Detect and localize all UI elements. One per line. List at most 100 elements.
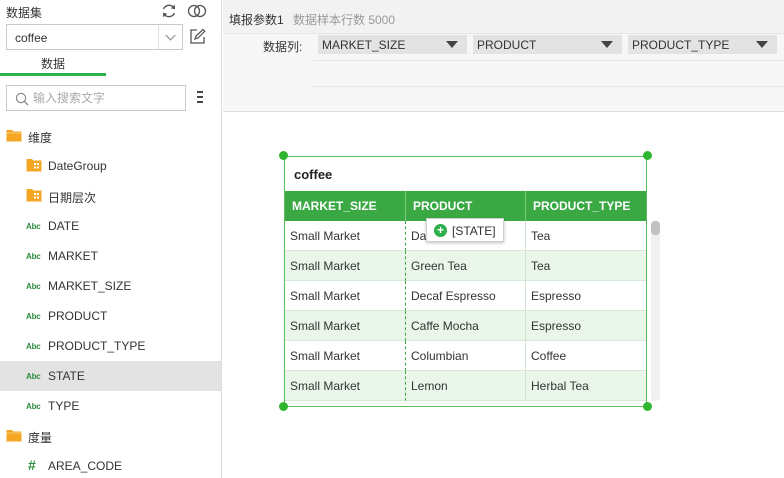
- search-input[interactable]: [33, 89, 183, 107]
- column-select-value: PRODUCT: [477, 38, 537, 52]
- dataset-link-icon[interactable]: [187, 3, 207, 19]
- resize-handle-bottom-right[interactable]: [643, 402, 652, 411]
- table-cell-text: Small Market: [290, 259, 361, 273]
- divider: [313, 86, 784, 87]
- text-field-icon: Abc: [26, 252, 41, 261]
- dataset-panel: 数据集 coffee 数据 维度DateGroup: [0, 0, 222, 478]
- drag-field-name: [STATE]: [452, 224, 496, 238]
- tree-item-日期层次[interactable]: 日期层次: [0, 181, 221, 211]
- chevron-down-icon: [158, 25, 176, 49]
- tree-item-label: STATE: [48, 369, 85, 383]
- text-field-icon: Abc: [26, 222, 41, 231]
- column-header-label: PRODUCT: [413, 199, 473, 213]
- text-field-icon: Abc: [26, 282, 41, 291]
- resize-handle-top-left[interactable]: [279, 151, 288, 160]
- column-select-market-size[interactable]: MARKET_SIZE: [318, 35, 467, 54]
- drag-field-tooltip: + [STATE]: [426, 218, 504, 242]
- add-circle-icon: +: [434, 224, 447, 237]
- table-cell[interactable]: Small Market: [285, 281, 405, 311]
- tree-item-state[interactable]: Abc STATE: [0, 361, 221, 391]
- tree-item-market-size[interactable]: Abc MARKET_SIZE: [0, 271, 221, 301]
- table-cell[interactable]: Small Market: [285, 251, 405, 281]
- table-cell-text: Espresso: [531, 319, 582, 333]
- column-select-product[interactable]: PRODUCT: [473, 35, 622, 54]
- tree-item-market[interactable]: Abc MARKET: [0, 241, 221, 271]
- table-cell-text: Small Market: [290, 349, 361, 363]
- column-header[interactable]: PRODUCT: [405, 191, 525, 221]
- numeric-field-icon: #: [28, 457, 36, 473]
- tree-item-label: PRODUCT_TYPE: [48, 339, 146, 353]
- table-cell[interactable]: Lemon: [405, 371, 525, 401]
- table-cell-text: Small Market: [290, 229, 361, 243]
- tree-item-product[interactable]: Abc PRODUCT: [0, 301, 221, 331]
- tree-item-product-type[interactable]: Abc PRODUCT_TYPE: [0, 331, 221, 361]
- text-field-icon: Abc: [26, 402, 41, 411]
- table-cell[interactable]: Small Market: [285, 221, 405, 251]
- tree-item-label: 日期层次: [48, 191, 97, 205]
- columns-label: 数据列:: [263, 40, 303, 54]
- widget-title: coffee: [294, 167, 333, 182]
- table-cell[interactable]: Caffe Mocha: [405, 311, 525, 341]
- tree-item-label: DateGroup: [48, 159, 107, 173]
- grid-scrollbar-thumb[interactable]: [651, 221, 660, 235]
- table-cell-text: Decaf Espresso: [411, 289, 496, 303]
- column-select-value: MARKET_SIZE: [322, 38, 406, 52]
- tree-item-label: MARKET: [48, 249, 99, 263]
- table-cell[interactable]: Decaf Espresso: [405, 281, 525, 311]
- table-cell-text: Tea: [531, 259, 551, 273]
- table-cell[interactable]: Green Tea: [405, 251, 525, 281]
- tree-item-度量[interactable]: 度量: [0, 421, 221, 451]
- table-cell[interactable]: Tea: [525, 251, 646, 281]
- folder-icon: [6, 428, 22, 445]
- column-select-product-type[interactable]: PRODUCT_TYPE: [628, 35, 777, 54]
- table-cell[interactable]: Small Market: [285, 311, 405, 341]
- edit-icon[interactable]: [188, 28, 206, 46]
- table-cell[interactable]: Espresso: [525, 281, 646, 311]
- resize-handle-top-right[interactable]: [643, 151, 652, 160]
- table-cell[interactable]: Tea: [525, 221, 646, 251]
- more-menu-icon[interactable]: [196, 89, 204, 105]
- tree-item-area-code[interactable]: # AREA_CODE: [0, 451, 221, 478]
- table-cell[interactable]: Coffee: [525, 341, 646, 371]
- table-cell-text: Da: [411, 229, 427, 243]
- table-cell[interactable]: Espresso: [525, 311, 646, 341]
- table-cell-text: Caffe Mocha: [411, 319, 479, 333]
- folder-group-icon: [26, 158, 42, 175]
- column-header[interactable]: PRODUCT_TYPE: [525, 191, 646, 221]
- folder-group-icon: [26, 188, 42, 205]
- folder-icon: [6, 128, 22, 145]
- table-cell-text: Herbal Tea: [531, 379, 589, 393]
- table-cell-text: Columbian: [411, 349, 469, 363]
- search-icon: [15, 92, 29, 106]
- parameter-name[interactable]: 填报参数1: [229, 11, 284, 28]
- tree-item-label: AREA_CODE: [48, 459, 123, 473]
- column-header-label: MARKET_SIZE: [292, 199, 377, 213]
- resize-handle-bottom-left[interactable]: [279, 402, 288, 411]
- dataset-select-value: coffee: [15, 31, 48, 45]
- column-header-label: PRODUCT_TYPE: [533, 199, 631, 213]
- dataset-title: 数据集: [6, 6, 43, 20]
- tree-item-dategroup[interactable]: DateGroup: [0, 151, 221, 181]
- refresh-icon[interactable]: [160, 2, 178, 20]
- table-cell-text: Small Market: [290, 379, 361, 393]
- table-cell[interactable]: Small Market: [285, 341, 405, 371]
- column-header[interactable]: MARKET_SIZE: [285, 191, 405, 221]
- tree-item-type[interactable]: Abc TYPE: [0, 391, 221, 421]
- table-cell-text: Espresso: [531, 289, 582, 303]
- table-cell[interactable]: Small Market: [285, 371, 405, 401]
- grid-scrollbar-track[interactable]: [651, 221, 660, 401]
- caret-down-icon: [756, 41, 768, 48]
- dataset-select[interactable]: coffee: [6, 24, 183, 50]
- sample-row-count: 数据样本行数 5000: [293, 13, 396, 27]
- table-cell[interactable]: Herbal Tea: [525, 371, 646, 401]
- field-search-box[interactable]: [6, 85, 186, 111]
- tree-item-label: 维度: [28, 131, 53, 145]
- table-cell-text: Small Market: [290, 319, 361, 333]
- tree-item-label: TYPE: [48, 399, 80, 413]
- table-cell[interactable]: Columbian: [405, 341, 525, 371]
- table-cell-text: Small Market: [290, 289, 361, 303]
- tree-item-维度[interactable]: 维度: [0, 121, 221, 151]
- table-cell-text: Coffee: [531, 349, 567, 363]
- tree-item-date[interactable]: Abc DATE: [0, 211, 221, 241]
- table-cell-text: Lemon: [411, 379, 448, 393]
